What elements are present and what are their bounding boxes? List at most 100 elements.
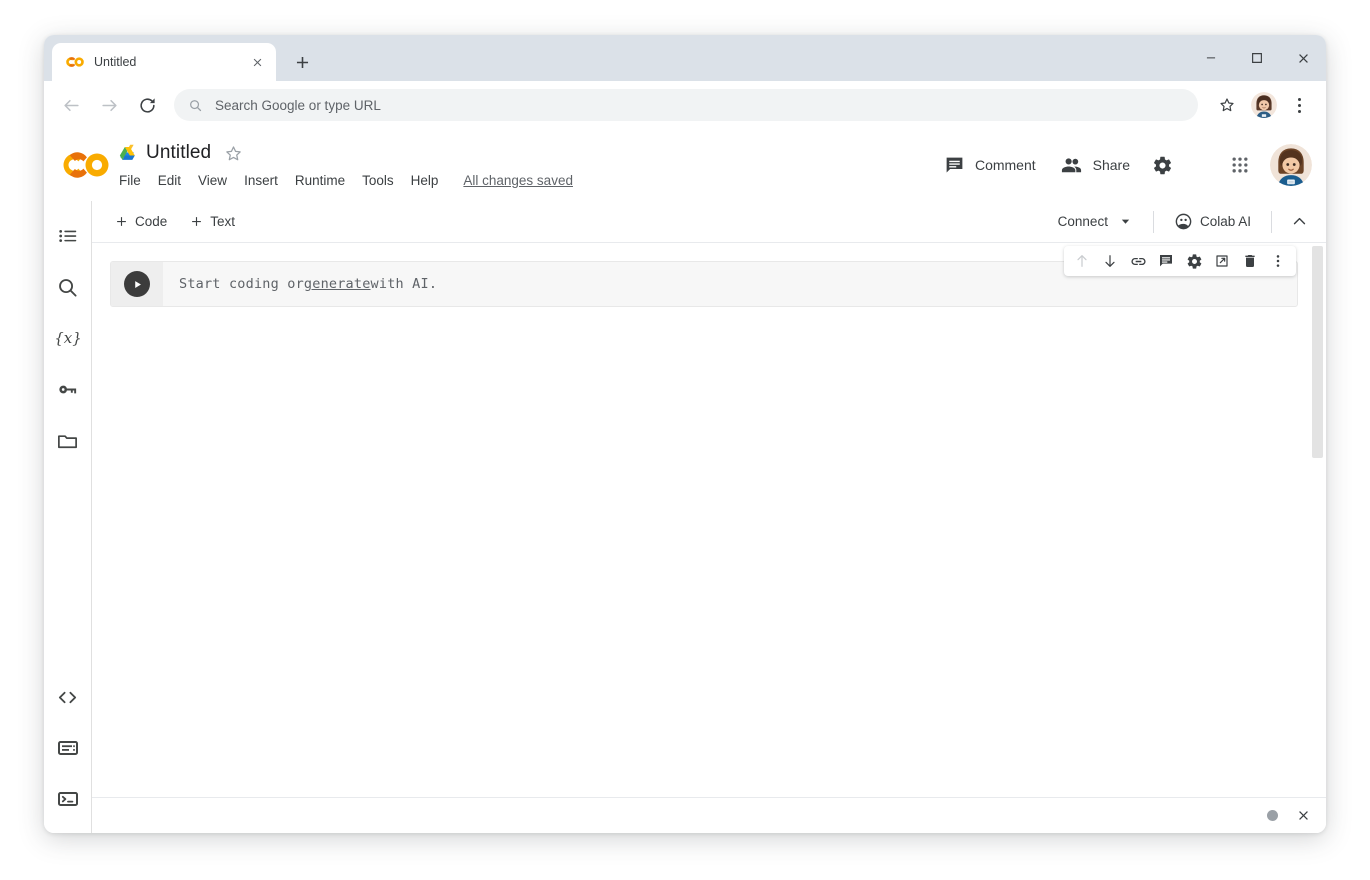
generate-with-ai-link[interactable]: generate — [304, 276, 371, 292]
status-dot[interactable] — [1267, 810, 1278, 821]
link-icon — [1130, 253, 1147, 270]
notebook-title[interactable]: Untitled — [146, 142, 211, 164]
play-icon — [132, 279, 143, 290]
account-avatar[interactable] — [1270, 144, 1312, 186]
google-drive-icon — [118, 144, 137, 163]
run-cell-button[interactable] — [124, 271, 150, 297]
star-outline-icon[interactable] — [224, 144, 243, 163]
plus-icon — [114, 214, 129, 229]
cell-more-button[interactable] — [1265, 248, 1291, 274]
apps-grid-icon — [1230, 155, 1250, 175]
settings-button[interactable] — [1142, 145, 1182, 185]
sidebar-item-variables[interactable]: {x} — [51, 321, 85, 355]
save-status[interactable]: All changes saved — [463, 173, 573, 188]
menu-view[interactable]: View — [198, 173, 227, 188]
new-tab-button[interactable] — [286, 46, 318, 78]
arrow-down-icon — [1102, 253, 1118, 269]
back-button[interactable] — [54, 88, 88, 122]
colab-ai-button[interactable]: Colab AI — [1166, 207, 1259, 236]
minimize-button[interactable] — [1188, 35, 1234, 81]
command-palette-icon — [56, 736, 80, 760]
menu-file[interactable]: File — [119, 173, 141, 188]
folder-icon — [56, 429, 79, 452]
forward-button[interactable] — [92, 88, 126, 122]
add-code-cell-button[interactable]: Code — [106, 210, 175, 233]
reload-button[interactable] — [130, 88, 164, 122]
colab-app: Untitled File Edit View Insert Runtime T… — [44, 129, 1326, 833]
browser-window: Untitled — [44, 35, 1326, 833]
menu-help[interactable]: Help — [411, 173, 439, 188]
colab-ai-icon — [1174, 212, 1193, 231]
colab-sidebar: {x} — [44, 201, 92, 833]
browser-menu-button[interactable] — [1284, 90, 1314, 120]
browser-tab[interactable]: Untitled — [52, 43, 276, 81]
cell-settings-button[interactable] — [1181, 248, 1207, 274]
search-icon — [188, 98, 203, 113]
notebook-toolbar: Code Text Connect — [92, 201, 1326, 243]
close-icon — [1296, 808, 1311, 823]
comment-button[interactable]: Comment — [932, 147, 1048, 183]
bookmark-star-icon[interactable] — [1210, 88, 1244, 122]
google-apps-button[interactable] — [1220, 145, 1260, 185]
maximize-button[interactable] — [1234, 35, 1280, 81]
caret-down-icon — [1120, 216, 1131, 227]
menu-tools[interactable]: Tools — [362, 173, 394, 188]
cell-mirror-button[interactable] — [1209, 248, 1235, 274]
gear-icon — [1186, 253, 1203, 270]
menu-dot — [1298, 104, 1301, 107]
cell-move-up-button[interactable] — [1069, 248, 1095, 274]
browser-tab-strip: Untitled — [44, 35, 1326, 81]
tab-close-icon[interactable] — [248, 53, 266, 71]
colab-ai-label: Colab AI — [1200, 214, 1251, 229]
menu-dot — [1298, 110, 1301, 113]
toolbar-right-actions — [1210, 88, 1314, 122]
sidebar-item-secrets[interactable] — [51, 372, 85, 406]
plus-icon — [189, 214, 204, 229]
cell-delete-button[interactable] — [1237, 248, 1263, 274]
add-text-label: Text — [210, 214, 235, 229]
toolbar-divider — [1271, 211, 1272, 233]
people-icon — [1060, 154, 1083, 177]
add-text-cell-button[interactable]: Text — [181, 210, 243, 233]
notebook-scroll-area: Start coding or generate with AI. — [92, 243, 1326, 797]
connect-label: Connect — [1058, 214, 1108, 229]
cell-comment-button[interactable] — [1153, 248, 1179, 274]
cell-gutter — [111, 262, 163, 306]
search-icon — [56, 276, 79, 299]
comment-icon — [944, 155, 965, 176]
cell-toolbar — [1064, 246, 1296, 276]
omnibox[interactable]: Search Google or type URL — [174, 89, 1198, 121]
close-window-button[interactable] — [1280, 35, 1326, 81]
menu-runtime[interactable]: Runtime — [295, 173, 345, 188]
statusbar-close-button[interactable] — [1294, 807, 1312, 825]
open-in-new-icon — [1214, 253, 1230, 269]
profile-avatar[interactable] — [1251, 92, 1277, 118]
sidebar-item-command-palette[interactable] — [51, 731, 85, 765]
add-code-label: Code — [135, 214, 167, 229]
colab-logo-icon[interactable] — [62, 141, 110, 189]
sidebar-item-code-snippets[interactable] — [51, 680, 85, 714]
colab-header: Untitled File Edit View Insert Runtime T… — [44, 129, 1326, 201]
browser-tab-title: Untitled — [94, 55, 238, 69]
notebook-scrollbar[interactable] — [1312, 246, 1323, 458]
notebook-title-block: Untitled File Edit View Insert Runtime T… — [118, 139, 573, 191]
gear-icon — [1152, 155, 1173, 176]
chevron-up-icon — [1291, 213, 1308, 230]
list-bullet-icon — [57, 225, 79, 247]
sidebar-item-files[interactable] — [51, 423, 85, 457]
cell-link-button[interactable] — [1125, 248, 1151, 274]
sidebar-item-terminal[interactable] — [51, 782, 85, 816]
cell-move-down-button[interactable] — [1097, 248, 1123, 274]
menu-insert[interactable]: Insert — [244, 173, 278, 188]
comment-icon — [1158, 253, 1174, 269]
menu-edit[interactable]: Edit — [158, 173, 181, 188]
toggle-header-button[interactable] — [1284, 207, 1314, 237]
arrow-up-icon — [1074, 253, 1090, 269]
share-button[interactable]: Share — [1048, 147, 1142, 183]
sidebar-item-find-and-replace[interactable] — [51, 270, 85, 304]
sidebar-item-table-of-contents[interactable] — [51, 219, 85, 253]
cell-placeholder-suffix: with AI. — [371, 276, 438, 292]
connect-button[interactable]: Connect — [1048, 209, 1141, 234]
colab-logo-icon — [66, 53, 84, 71]
comment-label: Comment — [975, 157, 1036, 173]
